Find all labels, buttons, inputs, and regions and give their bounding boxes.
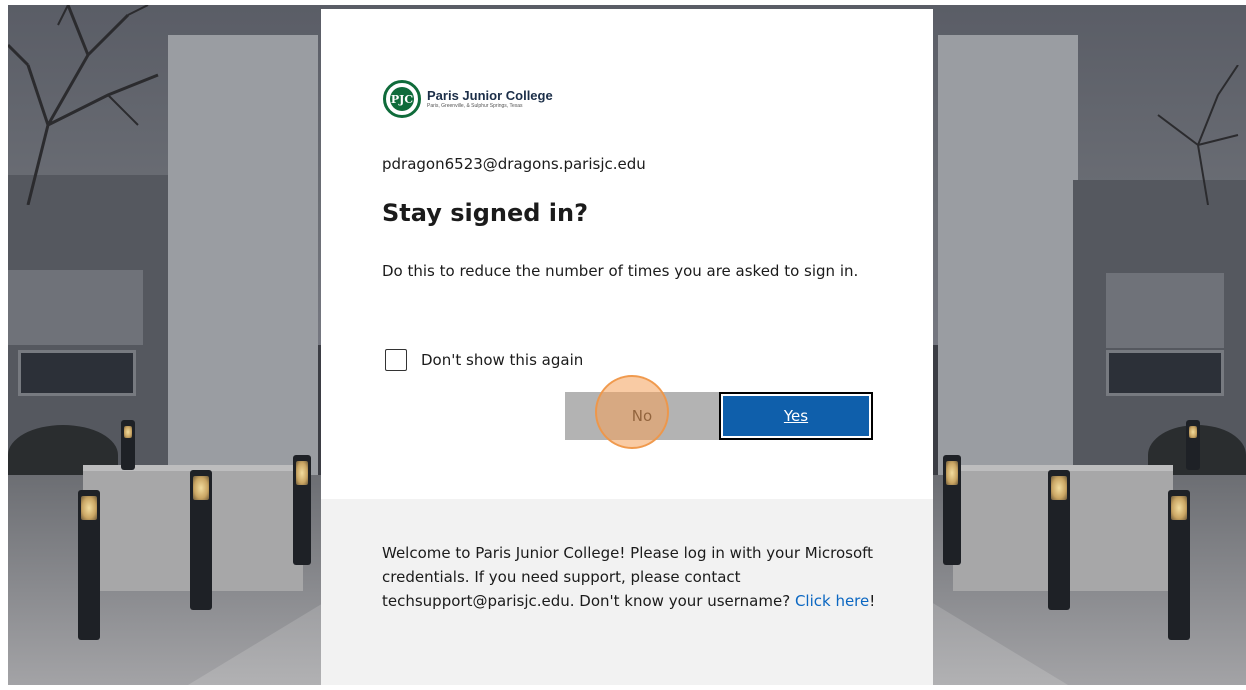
no-button[interactable]: No xyxy=(565,392,719,440)
background-window-right xyxy=(1106,350,1224,396)
logo-tagline: Paris, Greenville, & Sulphur Springs, Te… xyxy=(427,102,523,109)
page-title: Stay signed in? xyxy=(382,199,589,227)
dont-show-again-row[interactable]: Don't show this again xyxy=(385,349,583,371)
background-bollard xyxy=(1168,490,1190,640)
background-building-left-column xyxy=(168,35,318,485)
sign-in-card: PJC Paris Junior College Paris, Greenvil… xyxy=(321,9,933,685)
background-bollard xyxy=(190,470,212,610)
college-seal-monogram: PJC xyxy=(390,87,414,111)
background-bollard xyxy=(78,490,100,640)
card-footer: Welcome to Paris Junior College! Please … xyxy=(321,499,933,685)
card-main-section: PJC Paris Junior College Paris, Greenvil… xyxy=(321,9,933,499)
background-bollard xyxy=(1186,420,1200,470)
prompt-description: Do this to reduce the number of times yo… xyxy=(382,262,859,280)
college-seal-icon: PJC xyxy=(383,80,421,118)
footer-message: Welcome to Paris Junior College! Please … xyxy=(382,541,882,613)
yes-button[interactable]: Yes xyxy=(719,392,873,440)
bollard-lamp xyxy=(1171,496,1187,520)
logo-college-name: Paris Junior College xyxy=(427,87,553,103)
bollard-lamp xyxy=(1189,426,1197,438)
background-tree-left xyxy=(8,5,159,205)
background-bollard xyxy=(121,420,135,470)
background-building-right-lower xyxy=(1106,273,1224,348)
dont-show-again-label[interactable]: Don't show this again xyxy=(421,351,583,369)
sign-in-page: PJC Paris Junior College Paris, Greenvil… xyxy=(8,5,1246,685)
bollard-lamp xyxy=(81,496,97,520)
bollard-lamp xyxy=(296,461,308,485)
bollard-lamp xyxy=(1051,476,1067,500)
background-building-left-lower xyxy=(8,270,143,345)
click-here-link[interactable]: Click here xyxy=(795,592,869,610)
background-bollard xyxy=(943,455,961,565)
logo-text: Paris Junior College Paris, Greenville, … xyxy=(427,87,553,110)
background-bollard xyxy=(293,455,311,565)
background-building-right-column xyxy=(938,35,1078,485)
background-bollard xyxy=(1048,470,1070,610)
college-logo: PJC Paris Junior College Paris, Greenvil… xyxy=(383,76,553,122)
background-window-left xyxy=(18,350,136,396)
background-tree-right xyxy=(1157,65,1239,205)
account-identity[interactable]: pdragon6523@dragons.parisjc.edu xyxy=(382,155,646,173)
bollard-lamp xyxy=(946,461,958,485)
bollard-lamp xyxy=(124,426,132,438)
bollard-lamp xyxy=(193,476,209,500)
dont-show-again-checkbox[interactable] xyxy=(385,349,407,371)
footer-text-after-link: ! xyxy=(869,592,876,610)
